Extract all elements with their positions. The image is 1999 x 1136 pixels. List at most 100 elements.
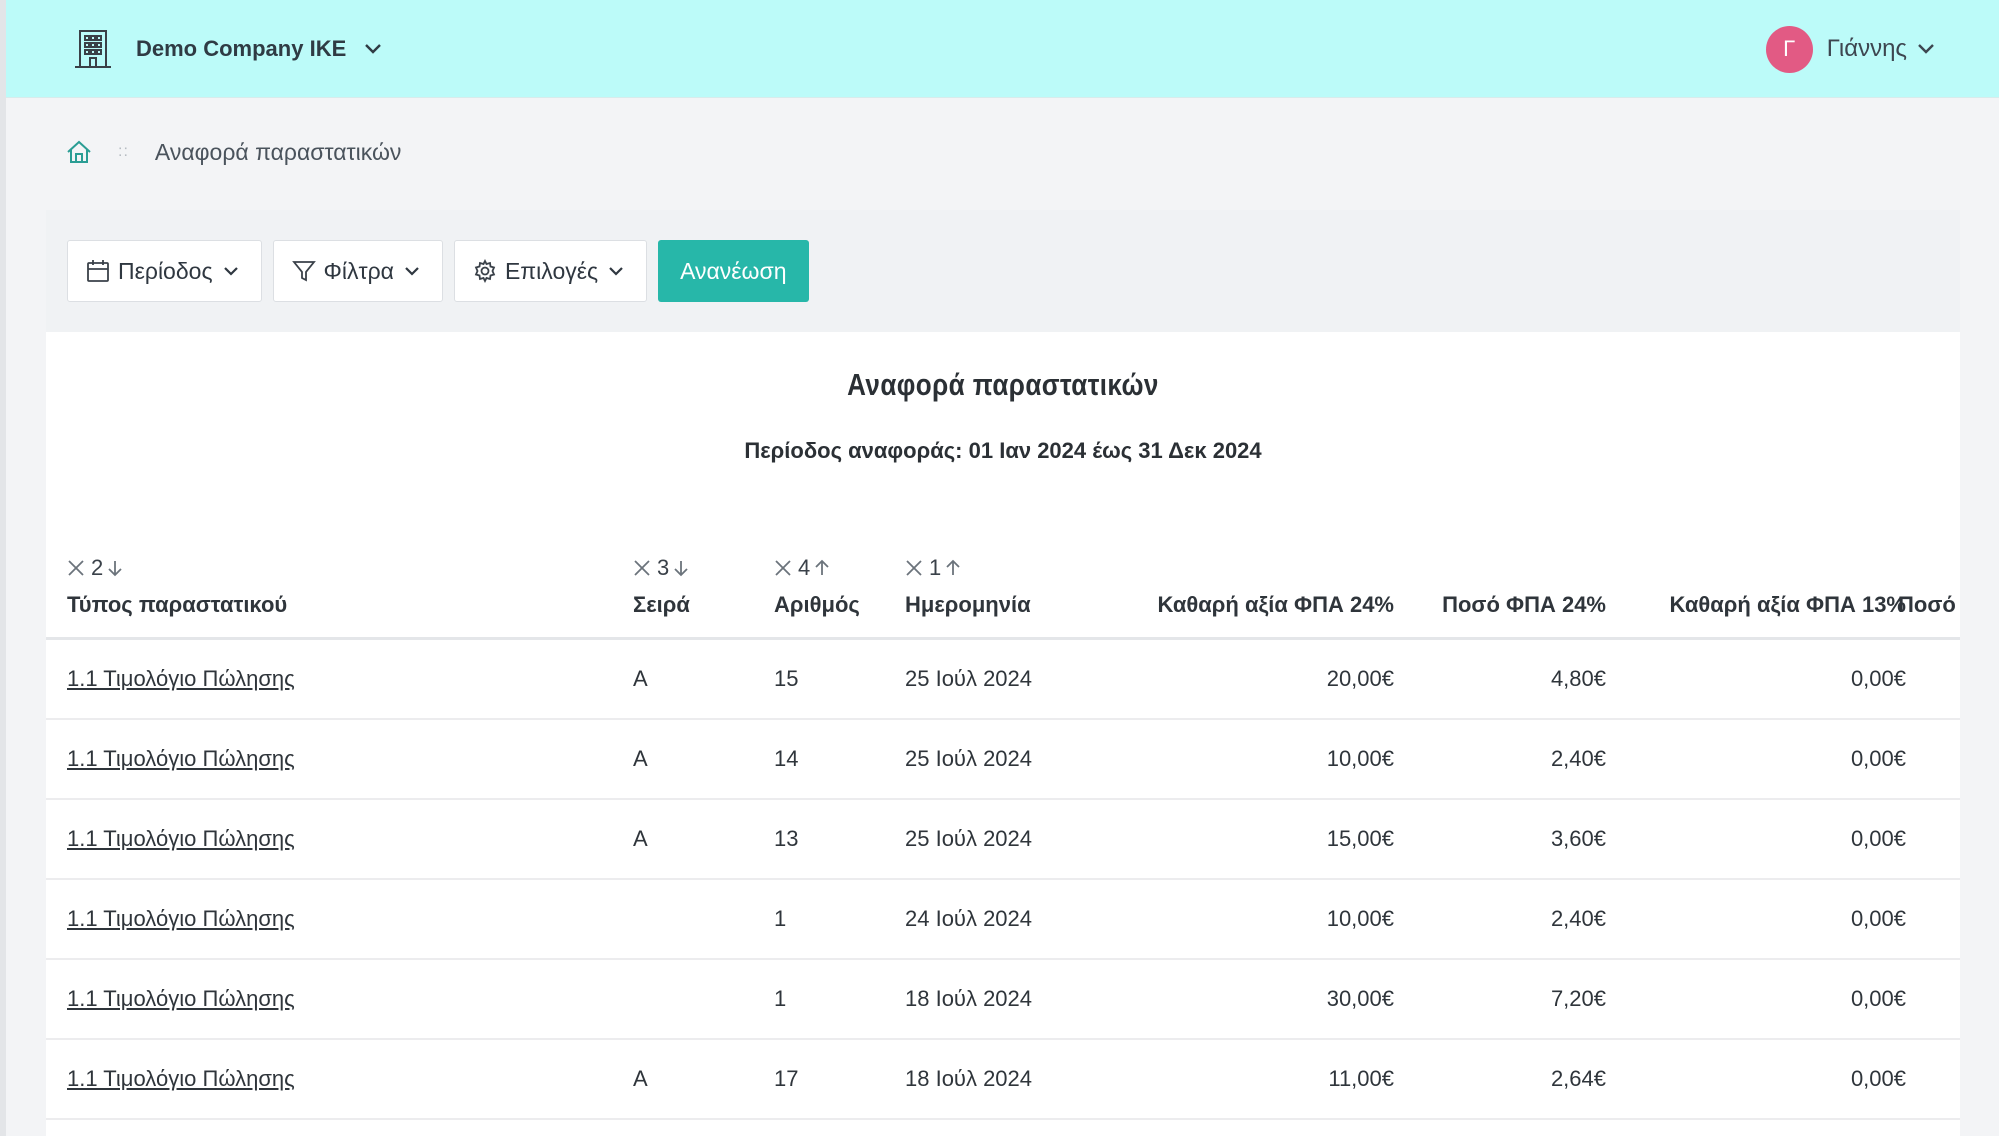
- report-title: Αναφορά παραστατικών: [847, 367, 1159, 402]
- net-24-cell: 15,00€: [1326, 826, 1394, 851]
- breadcrumb-current: Αναφορά παραστατικών: [154, 138, 402, 165]
- column-header-type[interactable]: Τύπος παραστατικού: [67, 592, 287, 618]
- date-cell: 18 Ιούλ 2024: [905, 986, 1033, 1011]
- sort-control-date: 1: [905, 554, 963, 582]
- calendar-icon: [86, 258, 112, 284]
- filter-icon: [291, 258, 318, 284]
- column-header-vat-24[interactable]: Ποσό ΦΠΑ 24%: [1406, 592, 1606, 618]
- column-header-number[interactable]: Αριθμός: [774, 592, 860, 618]
- table-row: 1.1 Τιμολόγιο Πώλησης 1 24 Ιούλ 2024 10,…: [46, 880, 1960, 960]
- date-cell: 24 Ιούλ 2024: [905, 906, 1033, 931]
- period-label: Περίοδος: [118, 257, 213, 284]
- series-cell: Α: [633, 746, 648, 771]
- date-cell: 25 Ιούλ 2024: [905, 826, 1033, 851]
- sort-order: 3: [657, 555, 670, 580]
- column-header-net-13[interactable]: Καθαρή αξία ΦΠΑ 13%: [1616, 592, 1906, 618]
- net-24-cell: 30,00€: [1326, 986, 1394, 1011]
- gear-icon: [473, 258, 499, 284]
- date-cell: 25 Ιούλ 2024: [905, 746, 1033, 771]
- breadcrumb-separator-icon: ::: [118, 143, 129, 160]
- filters-button[interactable]: Φίλτρα: [272, 240, 443, 302]
- filters-label: Φίλτρα: [323, 257, 394, 284]
- window-edge: [0, 0, 6, 1136]
- home-icon[interactable]: [66, 138, 94, 166]
- chevron-down-icon: [223, 261, 243, 281]
- net-13-cell: 0,00€: [1850, 906, 1906, 931]
- remove-sort-icon[interactable]: [905, 558, 925, 578]
- table-row: 1.1 Τιμολόγιο Πώλησης Α 17 18 Ιούλ 2024 …: [46, 1040, 1960, 1120]
- chevron-down-icon: [1917, 38, 1939, 60]
- vat-24-cell: 2,40€: [1550, 746, 1606, 771]
- number-cell: 17: [774, 1066, 799, 1091]
- column-header-series[interactable]: Σειρά: [633, 592, 690, 618]
- document-type-link[interactable]: 1.1 Τιμολόγιο Πώλησης: [67, 666, 295, 691]
- user-name: Γιάννης: [1826, 35, 1907, 62]
- sort-order: 4: [798, 555, 811, 580]
- number-cell: 1: [774, 986, 787, 1011]
- arrow-down-icon[interactable]: [107, 558, 125, 578]
- net-13-cell: 0,00€: [1850, 986, 1906, 1011]
- report-panel: Περίοδος Φίλτρα Επιλογές Ανανέωση Αναφορ…: [46, 210, 1960, 1136]
- column-header-date[interactable]: Ημερομηνία: [905, 592, 1031, 618]
- building-icon: [70, 26, 116, 72]
- column-header-vat-13[interactable]: Ποσό: [1898, 592, 1956, 618]
- date-cell: 25 Ιούλ 2024: [905, 666, 1033, 691]
- arrow-up-icon[interactable]: [814, 558, 832, 578]
- table-row: 1.1 Τιμολόγιο Πώλησης Α 13 25 Ιούλ 2024 …: [46, 800, 1960, 880]
- series-cell: Α: [633, 826, 648, 851]
- table-row: 1.1 Τιμολόγιο Πώλησης Α 14 25 Ιούλ 2024 …: [46, 720, 1960, 800]
- number-cell: 15: [774, 666, 799, 691]
- document-type-link[interactable]: 1.1 Τιμολόγιο Πώλησης: [67, 986, 295, 1011]
- vat-24-cell: 3,60€: [1550, 826, 1606, 851]
- net-24-cell: 20,00€: [1326, 666, 1394, 691]
- net-13-cell: 0,00€: [1850, 666, 1906, 691]
- top-bar: Demo Company IKE Γ Γιάννης: [6, 0, 1999, 98]
- breadcrumb: :: Αναφορά παραστατικών: [66, 134, 401, 170]
- report-toolbar: Περίοδος Φίλτρα Επιλογές Ανανέωση: [46, 210, 1960, 332]
- chevron-down-icon: [608, 261, 628, 281]
- net-24-cell: 11,00€: [1328, 1066, 1394, 1091]
- remove-sort-icon[interactable]: [67, 558, 87, 578]
- company-switcher[interactable]: Demo Company IKE: [70, 26, 384, 72]
- period-button[interactable]: Περίοδος: [67, 240, 262, 302]
- arrow-down-icon[interactable]: [673, 558, 691, 578]
- net-13-cell: 0,00€: [1850, 1066, 1906, 1091]
- sort-control-number: 4: [774, 554, 832, 582]
- document-type-link[interactable]: 1.1 Τιμολόγιο Πώλησης: [67, 826, 295, 851]
- table-header: 2 3 4 1 Τύπος παραστατικού Σειρά Αριθμός…: [46, 540, 1960, 640]
- remove-sort-icon[interactable]: [633, 558, 653, 578]
- net-24-cell: 10,00€: [1326, 746, 1394, 771]
- number-cell: 1: [774, 906, 787, 931]
- number-cell: 14: [774, 746, 799, 771]
- user-menu[interactable]: Γ Γιάννης: [1765, 24, 1939, 74]
- refresh-button[interactable]: Ανανέωση: [658, 240, 809, 302]
- sort-control-type: 2: [67, 554, 125, 582]
- net-24-cell: 10,00€: [1326, 906, 1394, 931]
- column-header-net-24[interactable]: Καθαρή αξία ΦΠΑ 24%: [1086, 592, 1394, 618]
- report-table: 2 3 4 1 Τύπος παραστατικού Σειρά Αριθμός…: [46, 540, 1960, 1120]
- net-13-cell: 0,00€: [1850, 746, 1906, 771]
- number-cell: 13: [774, 826, 799, 851]
- vat-24-cell: 2,40€: [1550, 906, 1606, 931]
- remove-sort-icon[interactable]: [774, 558, 794, 578]
- options-label: Επιλογές: [504, 257, 599, 284]
- options-button[interactable]: Επιλογές: [453, 240, 648, 302]
- date-cell: 18 Ιούλ 2024: [905, 1066, 1033, 1091]
- sort-order: 1: [929, 555, 942, 580]
- net-13-cell: 0,00€: [1850, 826, 1906, 851]
- table-row: 1.1 Τιμολόγιο Πώλησης 1 18 Ιούλ 2024 30,…: [46, 960, 1960, 1040]
- company-name: Demo Company IKE: [136, 36, 347, 61]
- series-cell: Α: [633, 666, 648, 691]
- series-cell: Α: [633, 1066, 648, 1091]
- arrow-up-icon[interactable]: [945, 558, 963, 578]
- document-type-link[interactable]: 1.1 Τιμολόγιο Πώλησης: [67, 906, 295, 931]
- sort-order: 2: [91, 555, 104, 580]
- document-type-link[interactable]: 1.1 Τιμολόγιο Πώλησης: [67, 746, 295, 771]
- report-period: Περίοδος αναφοράς: 01 Ιαν 2024 έως 31 Δε…: [744, 438, 1262, 463]
- vat-24-cell: 2,64€: [1550, 1066, 1606, 1091]
- sort-control-series: 3: [633, 554, 691, 582]
- table-row: 1.1 Τιμολόγιο Πώλησης Α 15 25 Ιούλ 2024 …: [46, 640, 1960, 720]
- vat-24-cell: 4,80€: [1550, 666, 1606, 691]
- document-type-link[interactable]: 1.1 Τιμολόγιο Πώλησης: [67, 1066, 295, 1091]
- chevron-down-icon: [404, 261, 424, 281]
